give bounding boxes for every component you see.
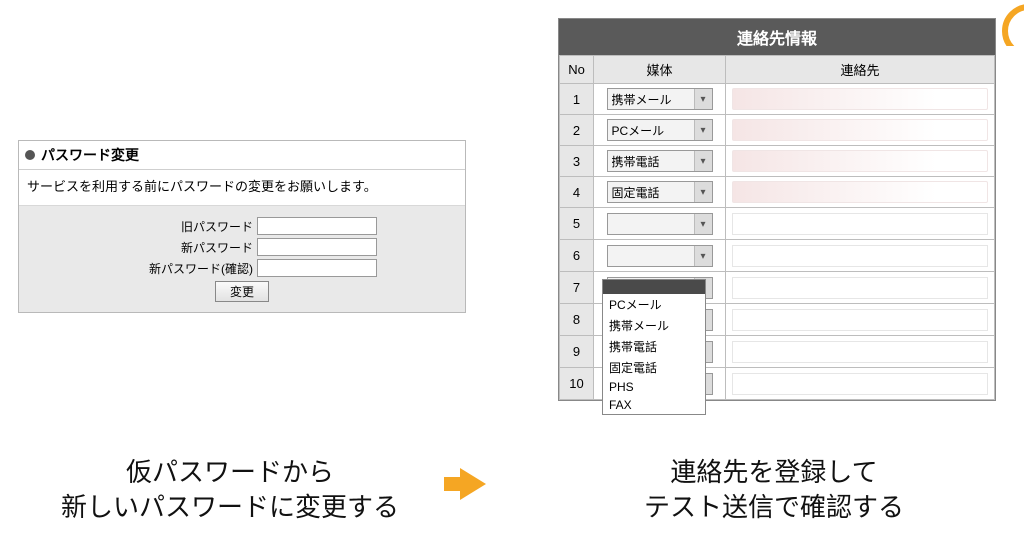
chevron-down-icon: ▾ — [694, 214, 712, 234]
media-select-value: 携帯電話 — [612, 153, 660, 170]
contact-cell — [726, 272, 995, 304]
contact-cell — [726, 115, 995, 146]
row-number: 4 — [560, 177, 594, 208]
media-dropdown-option[interactable]: 固定電話 — [603, 357, 705, 378]
media-cell: 携帯電話 ▾ — [594, 146, 726, 177]
table-row: 4 固定電話 ▾ — [560, 177, 995, 208]
caption-right-line2: テスト送信で確認する — [644, 492, 904, 522]
col-header-contact: 連絡先 — [726, 56, 995, 84]
arrow-right-icon — [460, 468, 486, 500]
media-dropdown-option[interactable]: PCメール — [603, 294, 705, 315]
new-password-label: 新パスワード — [107, 239, 257, 256]
password-panel-title-row: パスワード変更 — [19, 141, 465, 170]
old-password-label: 旧パスワード — [107, 218, 257, 235]
confirm-password-label: 新パスワード(確認) — [107, 260, 257, 277]
chevron-down-icon: ▾ — [694, 246, 712, 266]
confirm-password-input[interactable] — [257, 259, 377, 277]
contact-cell — [726, 84, 995, 115]
media-select[interactable]: ▾ — [607, 245, 713, 267]
change-password-button[interactable]: 変更 — [215, 281, 269, 302]
contact-value[interactable] — [732, 150, 988, 172]
chevron-down-icon: ▾ — [694, 120, 712, 140]
new-password-input[interactable] — [257, 238, 377, 256]
contact-value[interactable] — [732, 181, 988, 203]
contact-value[interactable] — [732, 213, 988, 235]
caption-left: 仮パスワードから 新しいパスワードに変更する — [20, 455, 440, 525]
contact-value[interactable] — [732, 341, 988, 363]
media-select-value: PCメール — [612, 122, 665, 139]
row-number: 10 — [560, 368, 594, 400]
col-header-media: 媒体 — [594, 56, 726, 84]
chevron-down-icon: ▾ — [694, 151, 712, 171]
row-number: 6 — [560, 240, 594, 272]
media-select[interactable]: 携帯メール ▾ — [607, 88, 713, 110]
bullet-icon — [25, 150, 35, 160]
media-dropdown-option[interactable]: FAX — [603, 396, 705, 414]
row-number: 5 — [560, 208, 594, 240]
contact-cell — [726, 208, 995, 240]
media-select[interactable]: ▾ — [607, 213, 713, 235]
media-select[interactable]: PCメール ▾ — [607, 119, 713, 141]
caption-left-line1: 仮パスワードから — [126, 457, 334, 487]
table-row: 2 PCメール ▾ — [560, 115, 995, 146]
row-number: 2 — [560, 115, 594, 146]
contact-cell — [726, 336, 995, 368]
contact-cell — [726, 368, 995, 400]
password-form: 旧パスワード 新パスワード 新パスワード(確認) 変更 — [19, 206, 465, 312]
media-dropdown-open[interactable]: PCメール携帯メール携帯電話固定電話PHSFAX — [602, 279, 706, 415]
contact-value[interactable] — [732, 88, 988, 110]
contact-cell — [726, 146, 995, 177]
media-select[interactable]: 固定電話 ▾ — [607, 181, 713, 203]
contact-cell — [726, 240, 995, 272]
old-password-input[interactable] — [257, 217, 377, 235]
media-select[interactable]: 携帯電話 ▾ — [607, 150, 713, 172]
media-dropdown-option[interactable] — [603, 280, 705, 294]
password-panel-message: サービスを利用する前にパスワードの変更をお願いします。 — [19, 170, 465, 206]
row-number: 9 — [560, 336, 594, 368]
media-cell: 固定電話 ▾ — [594, 177, 726, 208]
chevron-down-icon: ▾ — [694, 89, 712, 109]
contact-cell — [726, 304, 995, 336]
media-cell: ▾ — [594, 240, 726, 272]
caption-right-line1: 連絡先を登録して — [670, 457, 877, 487]
contact-value[interactable] — [732, 119, 988, 141]
row-number: 7 — [560, 272, 594, 304]
password-panel-title: パスワード変更 — [41, 145, 139, 165]
contact-panel-title: 連絡先情報 — [559, 19, 995, 55]
caption-left-line2: 新しいパスワードに変更する — [61, 492, 399, 522]
contact-value[interactable] — [732, 373, 988, 395]
caption-right: 連絡先を登録して テスト送信で確認する — [564, 455, 984, 525]
media-cell: PCメール ▾ — [594, 115, 726, 146]
chevron-down-icon: ▾ — [694, 182, 712, 202]
contact-value[interactable] — [732, 309, 988, 331]
contact-cell — [726, 177, 995, 208]
contact-value[interactable] — [732, 277, 988, 299]
media-cell: 携帯メール ▾ — [594, 84, 726, 115]
media-select-value: 携帯メール — [612, 91, 672, 108]
media-dropdown-option[interactable]: 携帯メール — [603, 315, 705, 336]
password-change-panel: パスワード変更 サービスを利用する前にパスワードの変更をお願いします。 旧パスワ… — [18, 140, 466, 313]
table-row: 3 携帯電話 ▾ — [560, 146, 995, 177]
row-number: 8 — [560, 304, 594, 336]
table-row: 6▾ — [560, 240, 995, 272]
media-select-value: 固定電話 — [612, 184, 660, 201]
table-row: 5▾ — [560, 208, 995, 240]
media-dropdown-option[interactable]: 携帯電話 — [603, 336, 705, 357]
contact-info-panel: 連絡先情報 No 媒体 連絡先 1 携帯メール ▾ 2 PCメール ▾ 3 携帯電話 ▾ 4 固定電… — [558, 18, 996, 401]
media-cell: ▾ — [594, 208, 726, 240]
col-header-no: No — [560, 56, 594, 84]
media-dropdown-option[interactable]: PHS — [603, 378, 705, 396]
decorative-crescent-icon — [994, 4, 1024, 46]
table-row: 1 携帯メール ▾ — [560, 84, 995, 115]
row-number: 1 — [560, 84, 594, 115]
row-number: 3 — [560, 146, 594, 177]
contact-value[interactable] — [732, 245, 988, 267]
